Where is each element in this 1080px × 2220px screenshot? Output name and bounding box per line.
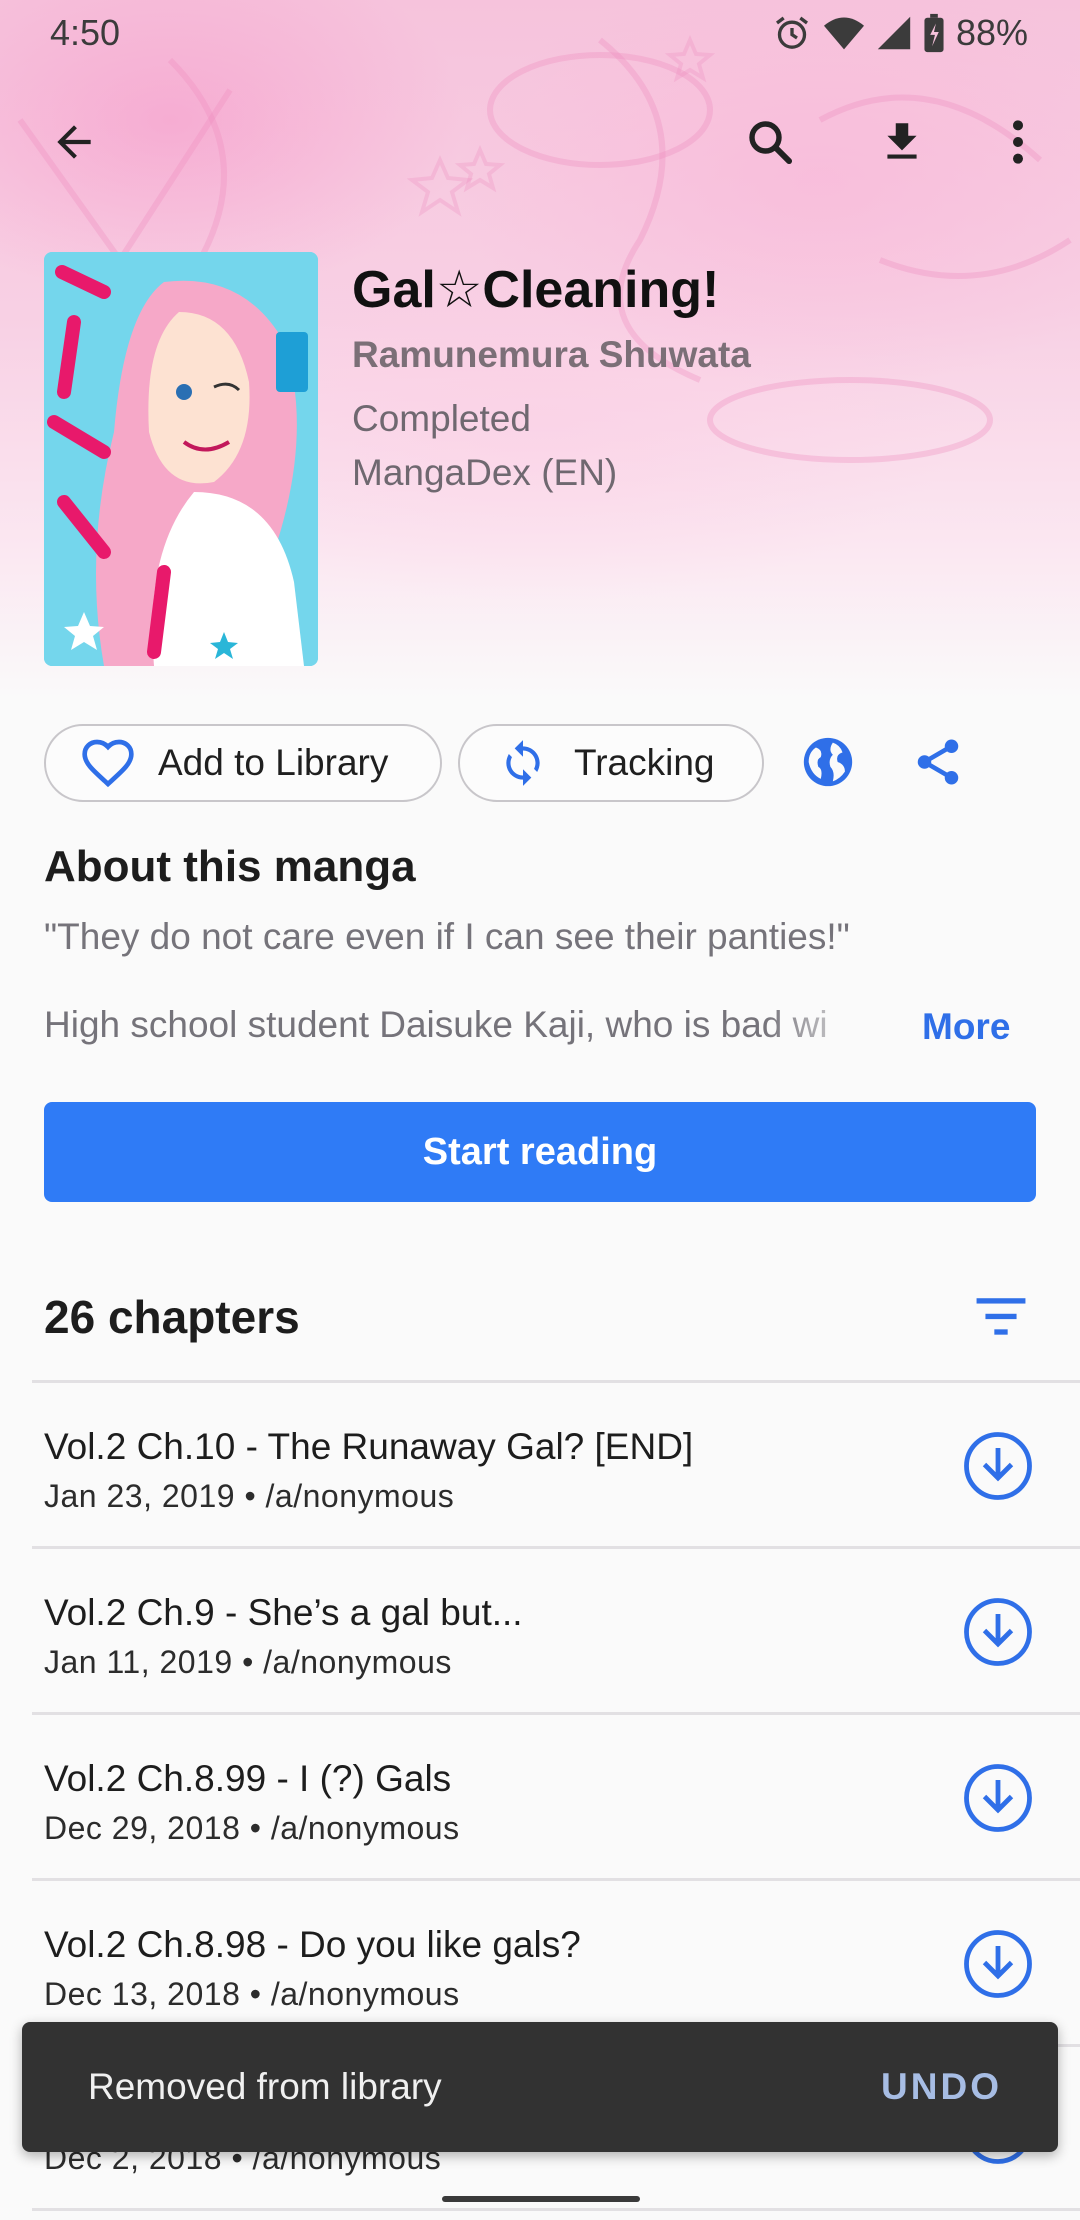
status-bar: 4:50 88% bbox=[0, 0, 1080, 66]
download-icon bbox=[887, 123, 917, 159]
snackbar: Removed from library UNDO bbox=[22, 2022, 1058, 2152]
battery-icon bbox=[924, 13, 944, 53]
divider bbox=[32, 1546, 1080, 1549]
chapter-title: Vol.2 Ch.8.98 - Do you like gals? bbox=[44, 1924, 581, 1965]
filter-icon bbox=[976, 1298, 1026, 1335]
chapter-title: Vol.2 Ch.9 - She’s a gal but... bbox=[44, 1592, 523, 1633]
open-in-browser-button[interactable] bbox=[796, 730, 860, 794]
download-chapter-icon[interactable] bbox=[962, 1928, 1034, 2000]
manga-author[interactable]: Ramunemura Shuwata bbox=[352, 334, 751, 376]
more-options-button[interactable] bbox=[988, 112, 1048, 172]
download-button[interactable] bbox=[872, 112, 932, 172]
snackbar-message: Removed from library bbox=[88, 2066, 442, 2107]
divider bbox=[32, 2208, 1080, 2211]
more-button[interactable]: More bbox=[922, 1006, 1010, 1048]
chapter-meta: Dec 13, 2018 • /a/nonymous bbox=[44, 1976, 460, 2012]
search-button[interactable] bbox=[740, 112, 800, 172]
manga-source: MangaDex (EN) bbox=[352, 452, 618, 493]
tracking-button[interactable]: Tracking bbox=[458, 724, 764, 802]
wifi-icon bbox=[823, 17, 864, 50]
description-text: High school student Daisuke Kaji, who is… bbox=[44, 1004, 828, 1045]
chapter-title: Vol.2 Ch.8.99 - I (?) Gals bbox=[44, 1758, 452, 1799]
battery-percent: 88% bbox=[955, 12, 1028, 53]
home-indicator[interactable] bbox=[442, 2196, 640, 2202]
about-description: High school student Daisuke Kaji, who is… bbox=[44, 1004, 884, 1054]
download-chapter-icon[interactable] bbox=[962, 1596, 1034, 1668]
status-icons: 88% bbox=[772, 12, 1028, 54]
heart-outline-icon bbox=[82, 739, 134, 788]
status-time: 4:50 bbox=[50, 12, 121, 53]
start-reading-button[interactable]: Start reading bbox=[44, 1102, 1036, 1202]
description-fade bbox=[764, 1004, 884, 1054]
divider bbox=[32, 1878, 1080, 1881]
chapter-meta: Jan 11, 2019 • /a/nonymous bbox=[44, 1644, 452, 1680]
chapter-row[interactable]: Vol.2 Ch.9 - She’s a gal but... Jan 11, … bbox=[0, 1550, 1080, 1714]
chapters-count: 26 chapters bbox=[44, 1291, 300, 1343]
add-to-library-label: Add to Library bbox=[158, 742, 389, 783]
alarm-icon bbox=[775, 16, 808, 49]
sync-icon bbox=[506, 740, 540, 786]
manga-title: Gal☆Cleaning! bbox=[352, 261, 720, 319]
filter-button[interactable] bbox=[966, 1286, 1036, 1346]
manga-cover[interactable] bbox=[44, 252, 318, 666]
tracking-label: Tracking bbox=[574, 742, 715, 783]
chapter-row[interactable]: Vol.2 Ch.10 - The Runaway Gal? [END] Jan… bbox=[0, 1384, 1080, 1548]
about-title: About this manga bbox=[44, 842, 416, 891]
undo-button[interactable]: UNDO bbox=[881, 2066, 1002, 2108]
add-to-library-button[interactable]: Add to Library bbox=[44, 724, 442, 802]
manga-status: Completed bbox=[352, 398, 531, 439]
download-chapter-icon[interactable] bbox=[962, 1430, 1034, 1502]
share-button[interactable] bbox=[906, 730, 970, 794]
cover-art bbox=[44, 252, 318, 666]
chapter-title: Vol.2 Ch.10 - The Runaway Gal? [END] bbox=[44, 1426, 694, 1467]
divider bbox=[32, 1380, 1080, 1383]
start-reading-label: Start reading bbox=[422, 1130, 658, 1173]
back-button[interactable] bbox=[44, 112, 104, 172]
top-toolbar bbox=[0, 100, 1080, 184]
divider bbox=[32, 1712, 1080, 1715]
download-chapter-icon[interactable] bbox=[962, 1762, 1034, 1834]
chapter-meta: Jan 23, 2019 • /a/nonymous bbox=[44, 1478, 455, 1514]
globe-icon bbox=[803, 737, 853, 787]
back-arrow-icon bbox=[57, 125, 91, 159]
chapter-row[interactable]: Vol.2 Ch.8.99 - I (?) Gals Dec 29, 2018 … bbox=[0, 1716, 1080, 1880]
signal-icon bbox=[877, 16, 911, 50]
search-icon bbox=[749, 121, 793, 165]
manga-details-screen: 4:50 88% Gal☆Cleaning! Ramunemura Shuwat… bbox=[0, 0, 1080, 2220]
share-icon bbox=[917, 739, 959, 785]
more-vert-icon bbox=[1013, 120, 1023, 164]
about-quote: "They do not care even if I can see thei… bbox=[44, 916, 850, 957]
chapter-meta: Dec 29, 2018 • /a/nonymous bbox=[44, 1810, 460, 1846]
